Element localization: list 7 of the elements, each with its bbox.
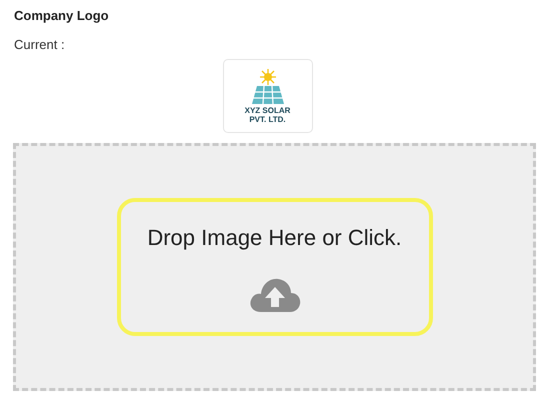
- cloud-upload-icon: [248, 276, 302, 314]
- logo-text: XYZ SOLAR: [244, 106, 290, 115]
- drop-instruction: Drop Image Here or Click.: [147, 224, 402, 252]
- section-heading: Company Logo: [14, 8, 110, 24]
- current-label: Current :: [14, 37, 66, 53]
- drop-zone[interactable]: Drop Image Here or Click.: [13, 143, 536, 391]
- logo-text: PVT. LTD.: [249, 115, 286, 124]
